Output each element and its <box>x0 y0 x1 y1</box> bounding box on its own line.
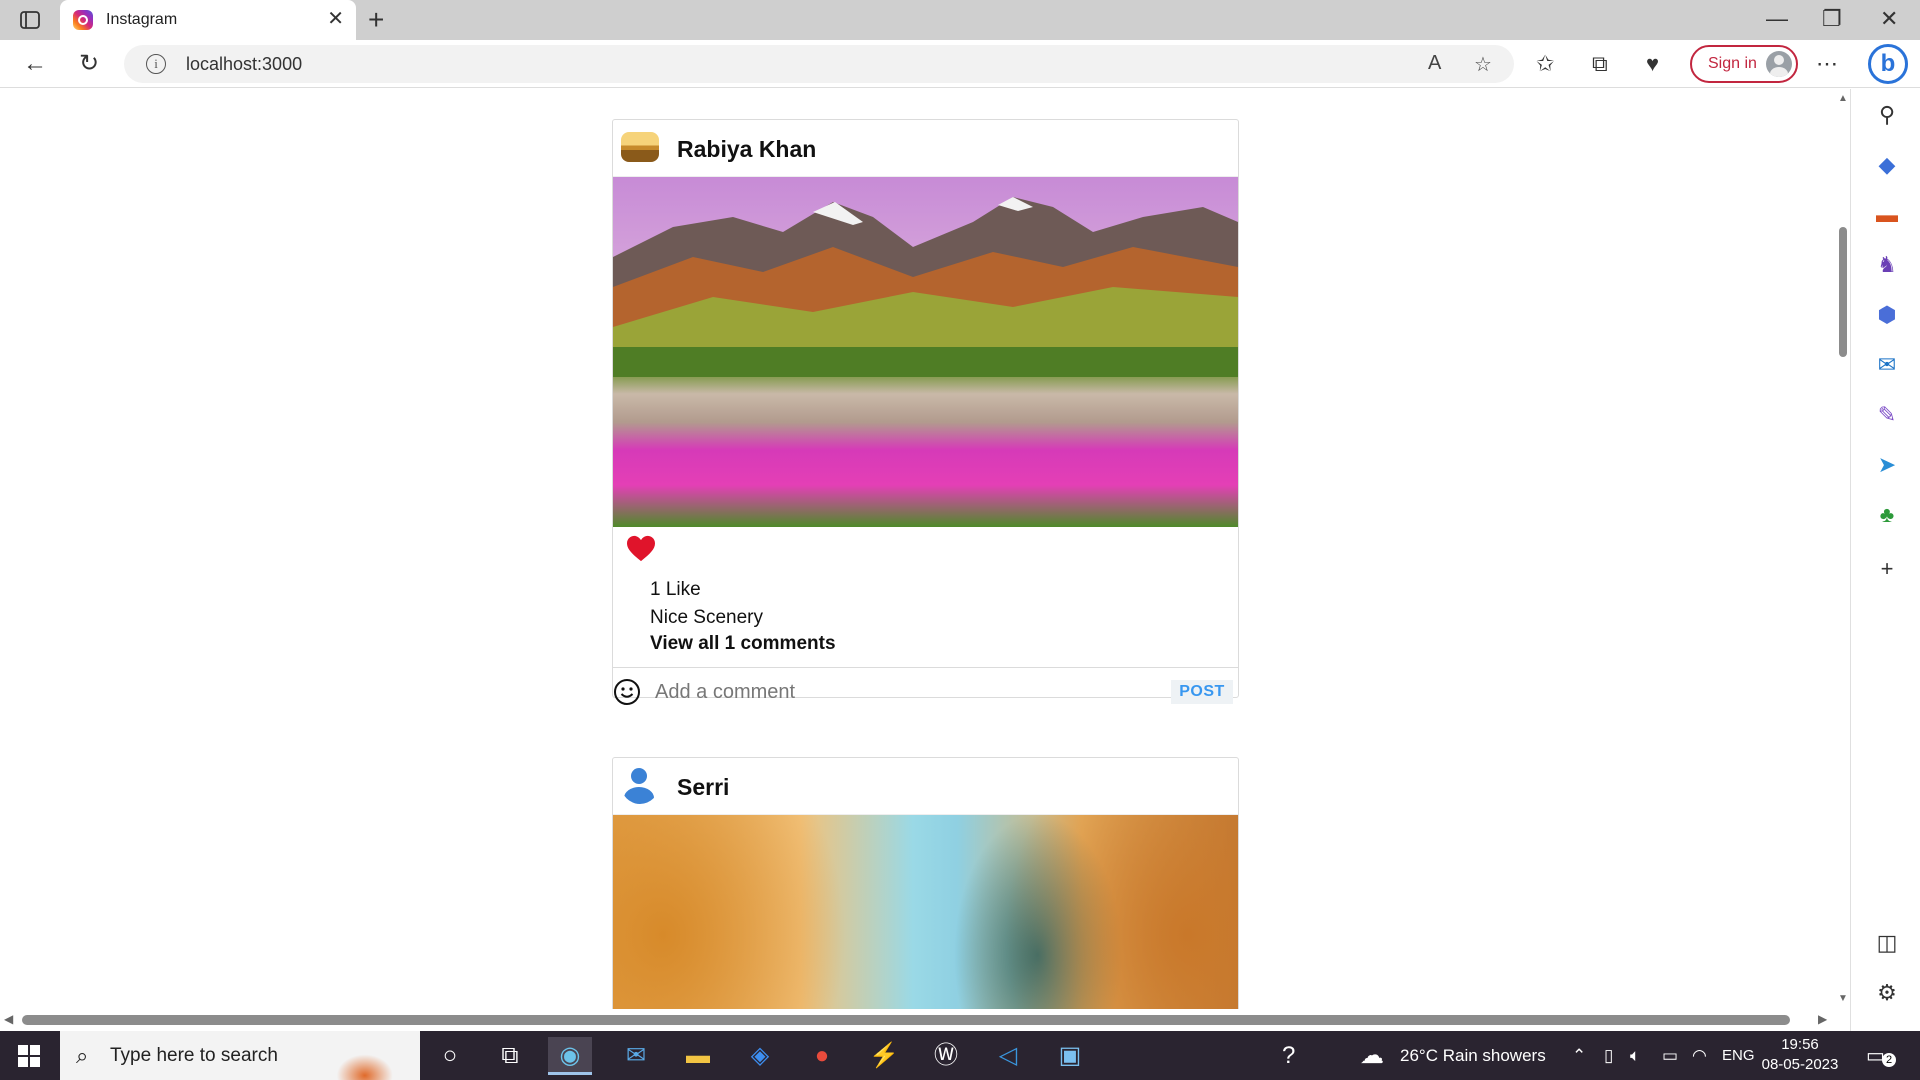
wifi-icon[interactable]: ◠ <box>1692 1031 1707 1080</box>
close-window-button[interactable]: ✕ <box>1880 6 1898 32</box>
tab-title: Instagram <box>106 11 178 28</box>
scrollbar-thumb[interactable] <box>1839 227 1847 357</box>
scroll-right-icon[interactable]: ▶ <box>1818 1012 1827 1026</box>
view-comments-link[interactable]: View all 1 comments <box>650 633 836 655</box>
sign-in-button[interactable]: Sign in <box>1690 45 1798 83</box>
volume-icon[interactable]: 🔈︎ <box>1630 1031 1640 1080</box>
add-favorite-icon[interactable]: ☆ <box>1474 52 1492 77</box>
post-image <box>613 815 1238 1009</box>
add-sidebar-app-icon[interactable]: + <box>1873 555 1901 583</box>
mail-icon[interactable]: ✉ <box>614 1037 658 1075</box>
search-icon[interactable]: ⚲ <box>1873 101 1901 129</box>
default-user-icon[interactable] <box>621 766 659 804</box>
games-icon[interactable]: ♞ <box>1873 251 1901 279</box>
scrollbar-thumb[interactable] <box>22 1015 1790 1025</box>
taskbar-search-placeholder: Type here to search <box>110 1045 278 1066</box>
weather-icon[interactable]: ☁ <box>1360 1031 1384 1080</box>
post-header: Serri <box>613 758 1238 815</box>
microsoft-365-icon[interactable]: ⬢ <box>1873 301 1901 329</box>
scroll-up-icon[interactable]: ▲ <box>1838 93 1848 104</box>
comment-input[interactable] <box>653 675 1173 709</box>
url-text[interactable]: localhost:3000 <box>186 54 302 75</box>
restore-button[interactable]: ❐ <box>1822 6 1842 32</box>
weather-text[interactable]: 26°C Rain showers <box>1400 1031 1546 1080</box>
app-w-icon[interactable]: Ⓦ <box>924 1037 968 1075</box>
sign-in-label: Sign in <box>1708 55 1757 72</box>
windows-taskbar: ⌕ Type here to search ○ ⧉ ◉ ✉ ▬ ◈ ● ⚡ Ⓦ … <box>0 1031 1920 1080</box>
notification-center-icon[interactable]: ▭ 2 <box>1866 1043 1896 1069</box>
chrome-icon[interactable]: ● <box>800 1037 844 1075</box>
like-count: 1 Like <box>650 579 701 600</box>
designer-icon[interactable]: ✎ <box>1873 401 1901 429</box>
address-bar[interactable]: i localhost:3000 A ☆ <box>124 45 1514 83</box>
favorites-icon[interactable]: ✩ <box>1536 50 1554 78</box>
new-tab-button[interactable]: + <box>368 6 384 34</box>
windows-start-icon[interactable] <box>18 1045 40 1067</box>
read-aloud-icon[interactable]: A <box>1428 52 1441 75</box>
photos-icon[interactable]: ▣ <box>1048 1037 1092 1075</box>
edge-browser-icon[interactable]: ◉ <box>548 1037 592 1075</box>
post-card: Serri <box>612 757 1239 1009</box>
scroll-left-icon[interactable]: ◀ <box>4 1012 13 1026</box>
heart-icon[interactable] <box>626 535 656 563</box>
mountain-range-graphic <box>613 177 1238 377</box>
search-highlight-art <box>328 1035 420 1080</box>
tab-actions-icon[interactable] <box>18 8 42 32</box>
cortana-icon[interactable]: ○ <box>428 1037 472 1075</box>
outlook-icon[interactable]: ✉ <box>1873 351 1901 379</box>
vertical-scrollbar[interactable]: ▲ ▼ <box>1836 89 1850 1009</box>
instagram-favicon-icon <box>73 10 93 30</box>
help-icon[interactable]: ? <box>1282 1031 1295 1080</box>
language-indicator[interactable]: ENG <box>1722 1031 1755 1080</box>
profile-avatar-icon <box>1766 51 1792 77</box>
system-clock[interactable]: 19:56 08-05-2023 <box>1760 1035 1840 1075</box>
search-icon: ⌕ <box>76 1043 89 1068</box>
tools-icon[interactable]: ▬ <box>1873 201 1901 229</box>
site-info-icon[interactable]: i <box>146 54 166 74</box>
minimize-button[interactable]: — <box>1766 6 1788 32</box>
post-username[interactable]: Rabiya Khan <box>677 136 816 163</box>
dropbox-icon[interactable]: ◈ <box>738 1037 782 1075</box>
more-options-icon[interactable]: ⋯ <box>1816 50 1838 78</box>
device-icon[interactable]: ▯ <box>1604 1031 1613 1080</box>
shopping-tag-icon[interactable]: ◆ <box>1873 151 1901 179</box>
post-header: Rabiya Khan <box>613 120 1238 177</box>
landscape-avatar-icon[interactable] <box>621 132 659 162</box>
horizontal-scrollbar[interactable]: ◀ ▶ <box>0 1009 1836 1031</box>
tab-strip: Instagram ✕ + — ❐ ✕ <box>0 0 1920 40</box>
browser-essentials-icon[interactable]: ♥ <box>1646 50 1659 78</box>
tree-icon[interactable]: ♣ <box>1873 501 1901 529</box>
address-toolbar: ← ↻ i localhost:3000 A ☆ ✩ ⧉ ♥ Sign in ⋯… <box>0 40 1920 88</box>
post-actions: 1 Like Nice Scenery View all 1 comments … <box>613 527 1238 709</box>
edge-sidebar: ⚲ ◆ ▬ ♞ ⬢ ✉ ✎ ➤ ♣ + ◫ ⚙ <box>1850 89 1920 1031</box>
task-view-icon[interactable]: ⧉ <box>488 1037 532 1075</box>
post-card: Rabiya Khan 1 Like Nice Scenery View all… <box>612 119 1239 709</box>
scroll-down-icon[interactable]: ▼ <box>1838 993 1848 1004</box>
settings-gear-icon[interactable]: ⚙ <box>1873 979 1901 1007</box>
visual-studio-code-icon[interactable]: ◁ <box>986 1037 1030 1075</box>
comment-form: POST <box>613 667 1238 715</box>
hide-sidebar-icon[interactable]: ◫ <box>1873 929 1901 957</box>
file-explorer-icon[interactable]: ▬ <box>676 1037 720 1075</box>
notification-count: 2 <box>1882 1053 1896 1067</box>
clock-date: 08-05-2023 <box>1761 1056 1839 1073</box>
drop-icon[interactable]: ➤ <box>1873 451 1901 479</box>
show-hidden-icons[interactable]: ⌃ <box>1572 1031 1586 1080</box>
collections-icon[interactable]: ⧉ <box>1592 50 1608 78</box>
back-button[interactable]: ← <box>20 50 50 78</box>
post-caption: Nice Scenery <box>650 607 763 628</box>
taskbar-search-box[interactable]: ⌕ Type here to search <box>60 1031 420 1080</box>
browser-tab[interactable]: Instagram ✕ <box>60 0 356 40</box>
refresh-button[interactable]: ↻ <box>74 50 104 78</box>
clock-time: 19:56 <box>1781 1036 1819 1053</box>
bing-copilot-icon[interactable]: b <box>1868 44 1908 84</box>
post-username[interactable]: Serri <box>677 774 729 801</box>
page-viewport: Rabiya Khan 1 Like Nice Scenery View all… <box>0 89 1836 1009</box>
post-comment-button[interactable]: POST <box>1171 680 1233 704</box>
post-image <box>613 177 1238 527</box>
emoji-icon[interactable] <box>613 678 641 706</box>
battery-icon[interactable]: ▭ <box>1662 1031 1678 1080</box>
tab-close-button[interactable]: ✕ <box>327 8 344 30</box>
vscode-insiders-icon[interactable]: ⚡ <box>862 1037 906 1075</box>
